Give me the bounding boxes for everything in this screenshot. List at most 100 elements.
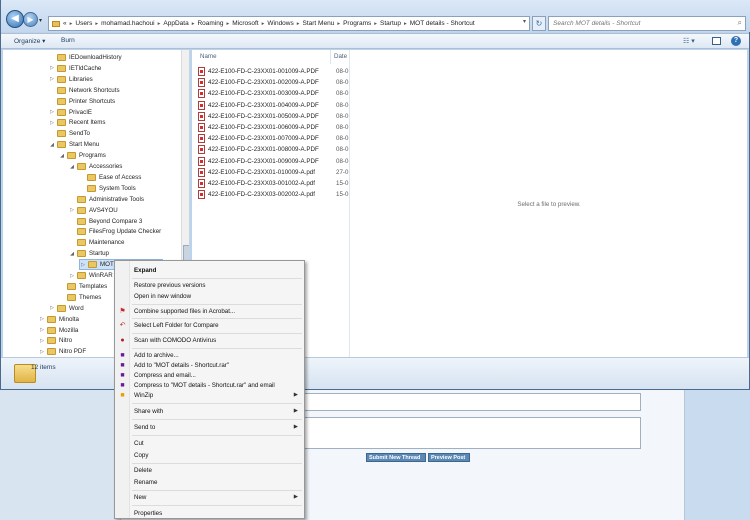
tree-item[interactable]: ▷ Libraries	[49, 74, 93, 85]
breadcrumb-separator-icon[interactable]: ▸	[95, 21, 98, 27]
tree-item[interactable]: Maintenance	[69, 237, 124, 248]
address-bar[interactable]: « ▸ Users ▸ mohamad.hachoui ▸ AppData ▸ Roaming…	[48, 16, 530, 31]
menu-item-delete[interactable]: Delete	[116, 465, 303, 476]
file-row[interactable]: 422-E100-FD-C-23XX01-009009-A.PDF 08-0	[198, 156, 349, 167]
breadcrumb-separator-icon[interactable]: ▸	[192, 21, 195, 27]
menu-item-cut[interactable]: Cut	[116, 438, 303, 449]
menu-item-send-to[interactable]: Send to ▶	[116, 422, 303, 433]
refresh-icon[interactable]: ↻	[532, 16, 546, 31]
tree-item[interactable]: Network Shortcuts	[49, 85, 120, 96]
tree-item[interactable]: Themes	[59, 292, 101, 303]
file-row[interactable]: 422-E100-FD-C-23XX01-005009-A.PDF 08-0	[198, 111, 349, 122]
breadcrumb-item[interactable]: Programs	[343, 20, 371, 27]
breadcrumb-separator-icon[interactable]: ▸	[262, 21, 265, 27]
file-row[interactable]: 422-E100-FD-C-23XX01-006009-A.PDF 08-0	[198, 122, 349, 133]
menu-item-select-left-folder-for-compare[interactable]: ↶ Select Left Folder for Compare	[116, 320, 303, 331]
breadcrumb-separator-icon[interactable]: ▸	[70, 21, 73, 27]
breadcrumb-item[interactable]: mohamad.hachoui	[101, 20, 154, 27]
breadcrumb-item[interactable]: Microsoft	[232, 20, 258, 27]
expand-arrow-icon[interactable]: ▷	[69, 273, 75, 279]
menu-item-combine-supported-files-in-acrobat[interactable]: ⚑ Combine supported files in Acrobat...	[116, 306, 303, 317]
tree-item[interactable]: ▷ PrivacIE	[49, 107, 92, 118]
tree-item[interactable]: SendTo	[49, 128, 90, 139]
file-row[interactable]: 422-E100-FD-C-23XX03-002002-A.pdf 15-0	[198, 189, 349, 200]
tree-item[interactable]: System Tools	[79, 183, 136, 194]
file-row[interactable]: 422-E100-FD-C-23XX01-001009-A.PDF 08-0	[198, 66, 349, 77]
tree-item[interactable]: ◢ Startup	[69, 248, 109, 259]
forward-icon[interactable]: ▶	[23, 12, 38, 27]
menu-item-copy[interactable]: Copy	[116, 450, 303, 461]
expand-arrow-icon[interactable]: ▷	[69, 207, 75, 213]
menu-item-expand[interactable]: Expand	[116, 265, 303, 276]
background-textarea[interactable]	[291, 417, 641, 449]
menu-item-properties[interactable]: Properties	[116, 508, 303, 519]
tree-item[interactable]: ▷ WinRAR	[69, 270, 113, 281]
breadcrumb-separator-icon[interactable]: ▸	[337, 21, 340, 27]
breadcrumb-separator-icon[interactable]: ▸	[404, 21, 407, 27]
preview-post-button[interactable]: Preview Post	[428, 453, 470, 462]
tree-item[interactable]: FilesFrog Update Checker	[69, 226, 161, 237]
search-box[interactable]: ⌕	[548, 16, 746, 31]
tree-item[interactable]: ◢ Accessories	[69, 161, 122, 172]
breadcrumb-item[interactable]: MOT details - Shortcut	[410, 20, 475, 27]
breadcrumb-separator-icon[interactable]: ▸	[158, 21, 161, 27]
tree-item[interactable]: ▷ AVS4YOU	[69, 205, 118, 216]
tree-item[interactable]: ▷ IETldCache	[49, 63, 101, 74]
tree-item[interactable]: ▷ Nitro	[39, 335, 72, 346]
column-divider[interactable]	[330, 50, 331, 64]
file-row[interactable]: 422-E100-FD-C-23XX01-007009-A.PDF 08-0	[198, 133, 349, 144]
column-header-name[interactable]: Name	[200, 53, 217, 60]
tree-item[interactable]: Administrative Tools	[69, 194, 144, 205]
back-icon[interactable]: ◀	[6, 10, 24, 28]
tree-item[interactable]: ◢ Programs	[59, 150, 106, 161]
menu-item-new[interactable]: New ▶	[116, 492, 303, 503]
search-icon[interactable]: ⌕	[738, 18, 742, 28]
menu-item-open-in-new-window[interactable]: Open in new window	[116, 291, 303, 302]
preview-pane-icon[interactable]	[712, 37, 721, 45]
organize-menu[interactable]: Organize ▾	[14, 37, 45, 45]
recent-pages-icon[interactable]: ▾	[39, 17, 42, 24]
menu-item-winzip[interactable]: ■ WinZip ▶	[116, 390, 303, 401]
expand-arrow-icon[interactable]: ▷	[49, 65, 55, 71]
burn-button[interactable]: Burn	[61, 37, 75, 44]
expand-arrow-icon[interactable]: ▷	[49, 76, 55, 82]
expand-arrow-icon[interactable]: ▷	[80, 262, 86, 268]
expand-arrow-icon[interactable]: ◢	[69, 164, 75, 170]
expand-arrow-icon[interactable]: ◢	[69, 251, 75, 257]
menu-item-scan-with-comodo-antivirus[interactable]: ● Scan with COMODO Antivirus	[116, 335, 303, 346]
expand-arrow-icon[interactable]: ◢	[59, 153, 65, 159]
expand-arrow-icon[interactable]: ▷	[39, 316, 45, 322]
tree-item[interactable]: ◢ Start Menu	[49, 139, 99, 150]
menu-item-rename[interactable]: Rename	[116, 477, 303, 488]
breadcrumb-item[interactable]: Startup	[380, 20, 401, 27]
breadcrumb-item[interactable]: AppData	[163, 20, 188, 27]
file-row[interactable]: 422-E100-FD-C-23XX01-008009-A.PDF 08-0	[198, 144, 349, 155]
expand-arrow-icon[interactable]: ▷	[39, 338, 45, 344]
breadcrumb-separator-icon[interactable]: ▸	[297, 21, 300, 27]
tree-item[interactable]: ▷ Mozilla	[39, 325, 78, 336]
tree-item[interactable]: ▷ Recent Items	[49, 117, 105, 128]
help-icon[interactable]: ?	[731, 36, 741, 46]
breadcrumb-separator-icon[interactable]: ▸	[226, 21, 229, 27]
tree-item[interactable]: ▷ Word	[49, 303, 84, 314]
file-row[interactable]: 422-E100-FD-C-23XX01-004009-A.PDF 08-0	[198, 100, 349, 111]
expand-arrow-icon[interactable]: ▷	[49, 109, 55, 115]
expand-arrow-icon[interactable]: ▷	[39, 349, 45, 355]
breadcrumb-history[interactable]: «	[63, 20, 67, 27]
tree-item[interactable]: Ease of Access	[79, 172, 141, 183]
breadcrumb-item[interactable]: Roaming	[197, 20, 223, 27]
view-icon[interactable]: ☷ ▾	[683, 37, 695, 45]
submit-new-thread-button[interactable]: Submit New Thread	[366, 453, 426, 462]
expand-arrow-icon[interactable]: ▷	[49, 305, 55, 311]
tree-item[interactable]: Beyond Compare 3	[69, 216, 142, 227]
tree-item[interactable]: ▷ Minolta	[39, 314, 79, 325]
tree-item[interactable]: IEDownloadHistory	[49, 52, 122, 63]
breadcrumb-separator-icon[interactable]: ▸	[374, 21, 377, 27]
search-input[interactable]	[549, 17, 731, 30]
expand-arrow-icon[interactable]: ▷	[39, 327, 45, 333]
file-row[interactable]: 422-E100-FD-C-23XX01-002009-A.PDF 08-0	[198, 77, 349, 88]
column-header-date[interactable]: Date	[334, 53, 347, 60]
menu-item-share-with[interactable]: Share with ▶	[116, 406, 303, 417]
tree-item[interactable]: Printer Shortcuts	[49, 96, 115, 107]
expand-arrow-icon[interactable]: ▷	[49, 120, 55, 126]
